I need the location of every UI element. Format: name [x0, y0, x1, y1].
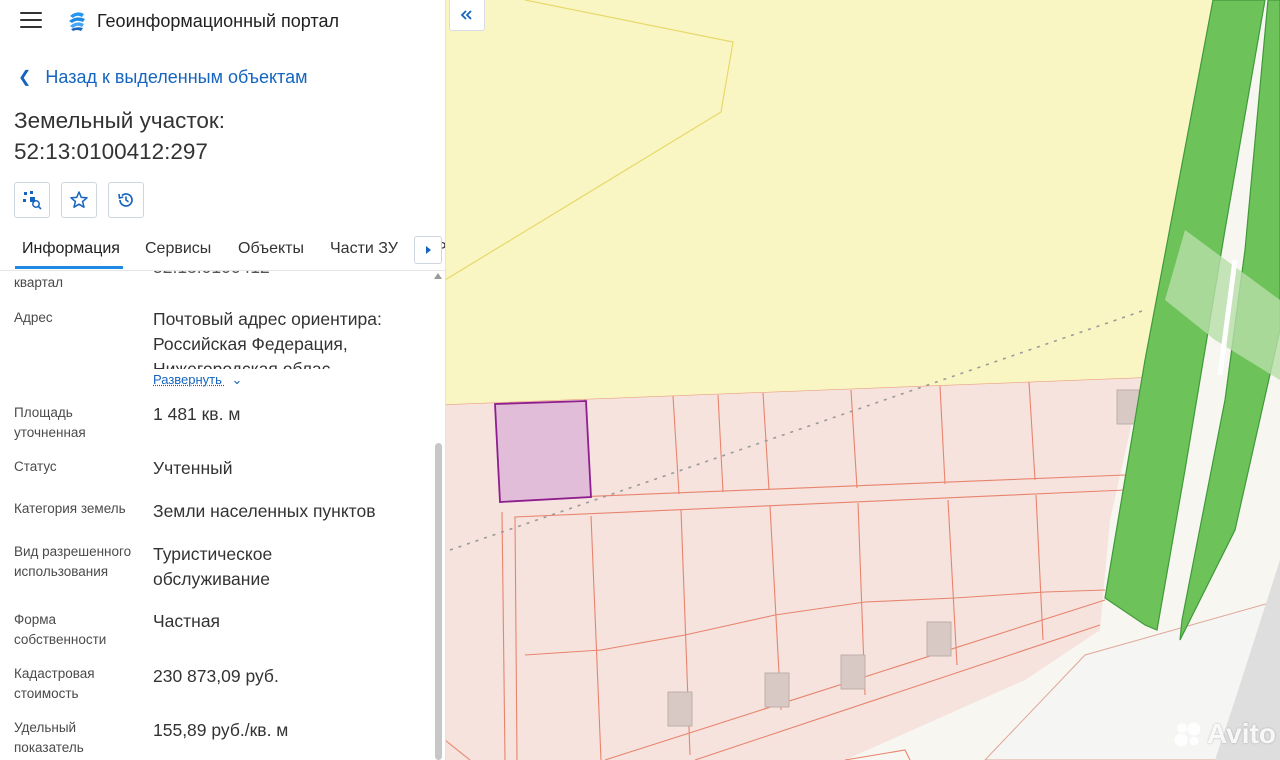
cadastral-cost-value: 230 873,09 руб.: [153, 666, 279, 686]
info-panel: Геоинформационный портал ❮ Назад к выделе…: [0, 0, 446, 760]
locate-object-icon: [23, 191, 42, 210]
selected-parcel[interactable]: [494, 400, 592, 503]
ownership-value: Частная: [153, 611, 221, 631]
land-category-label: Категория земель: [14, 501, 126, 516]
status-value: Учтенный: [153, 458, 233, 478]
avito-logo-icon: [1174, 722, 1201, 747]
cadastral-cost-label: Кадастровая стоимость: [14, 666, 95, 701]
building: [667, 691, 693, 727]
map-view[interactable]: [445, 0, 1280, 760]
status-label: Статус: [14, 459, 57, 474]
portal-logo-icon: [69, 12, 85, 31]
address-label: Адрес: [14, 310, 53, 325]
area-label: Площадь уточненная: [14, 405, 86, 440]
tab-information[interactable]: Информация: [22, 240, 120, 258]
caret-right-icon: [426, 246, 431, 254]
avito-watermark: Avito: [1173, 718, 1276, 750]
tab-objects[interactable]: Объекты: [238, 240, 304, 258]
area-value: 1 481 кв. м: [153, 404, 241, 424]
back-link-label: Назад к выделенным объектам: [45, 67, 308, 87]
cadastral-number: 52:13:0100412:297: [14, 139, 208, 164]
app-title: Геоинформационный портал: [97, 11, 339, 31]
object-title: Земельный участок: 52:13:0100412:297: [14, 105, 434, 167]
zoom-to-object-button[interactable]: [14, 182, 50, 218]
permitted-use-value: Туристическое обслуживание: [153, 544, 273, 589]
favorite-button[interactable]: [61, 182, 97, 218]
back-to-selected-link[interactable]: ❮ Назад к выделенным объектам: [18, 67, 307, 88]
history-button[interactable]: [108, 182, 144, 218]
chevron-down-icon: ⌄: [231, 372, 243, 387]
star-icon: [70, 191, 88, 208]
permitted-use-label: Вид разрешенного использования: [14, 544, 132, 579]
cadastral-block-value: 52:13:0100412: [153, 271, 423, 280]
unit-cost-value: 155,89 руб./кв. м: [153, 720, 289, 740]
chevron-left-icon: ❮: [18, 69, 32, 86]
yellow-land-zone[interactable]: [445, 0, 1215, 405]
top-bar: Геоинформационный портал: [0, 0, 445, 42]
expand-address-link[interactable]: Развернуть ⌄: [153, 372, 242, 388]
expand-label: Развернуть: [153, 372, 222, 387]
scroll-thumb[interactable]: [435, 443, 442, 760]
land-category-value: Земли населенных пунктов: [153, 501, 376, 521]
building: [840, 654, 866, 690]
cadastral-map[interactable]: [445, 0, 1280, 760]
scroll-up-arrow-icon[interactable]: [434, 273, 442, 279]
info-scrollbar[interactable]: [433, 271, 445, 760]
menu-icon[interactable]: [20, 12, 42, 30]
tab-parcel-parts[interactable]: Части ЗУ: [330, 240, 398, 258]
unit-cost-label: Удельный показатель: [14, 720, 84, 755]
double-chevron-left-icon: [460, 10, 472, 20]
active-tab-indicator: [15, 266, 123, 269]
info-content: 52:13:0100412 квартал Адрес Почтовый адр…: [0, 271, 433, 760]
watermark-text: Avito: [1207, 718, 1276, 749]
cadastral-block-label: квартал: [14, 275, 64, 290]
address-value: Почтовый адрес ориентира: Российская Фед…: [153, 309, 382, 369]
ownership-label: Форма собственности: [14, 612, 107, 647]
building: [926, 621, 952, 657]
object-type: Земельный участок:: [14, 108, 226, 133]
building: [764, 672, 790, 708]
tab-bar: Информация Сервисы Объекты Части ЗУ Р: [0, 232, 445, 271]
collapse-panel-button[interactable]: [449, 0, 485, 31]
history-icon: [118, 193, 133, 207]
tab-services[interactable]: Сервисы: [145, 240, 211, 258]
tabs-scroll-right-button[interactable]: [414, 236, 442, 264]
